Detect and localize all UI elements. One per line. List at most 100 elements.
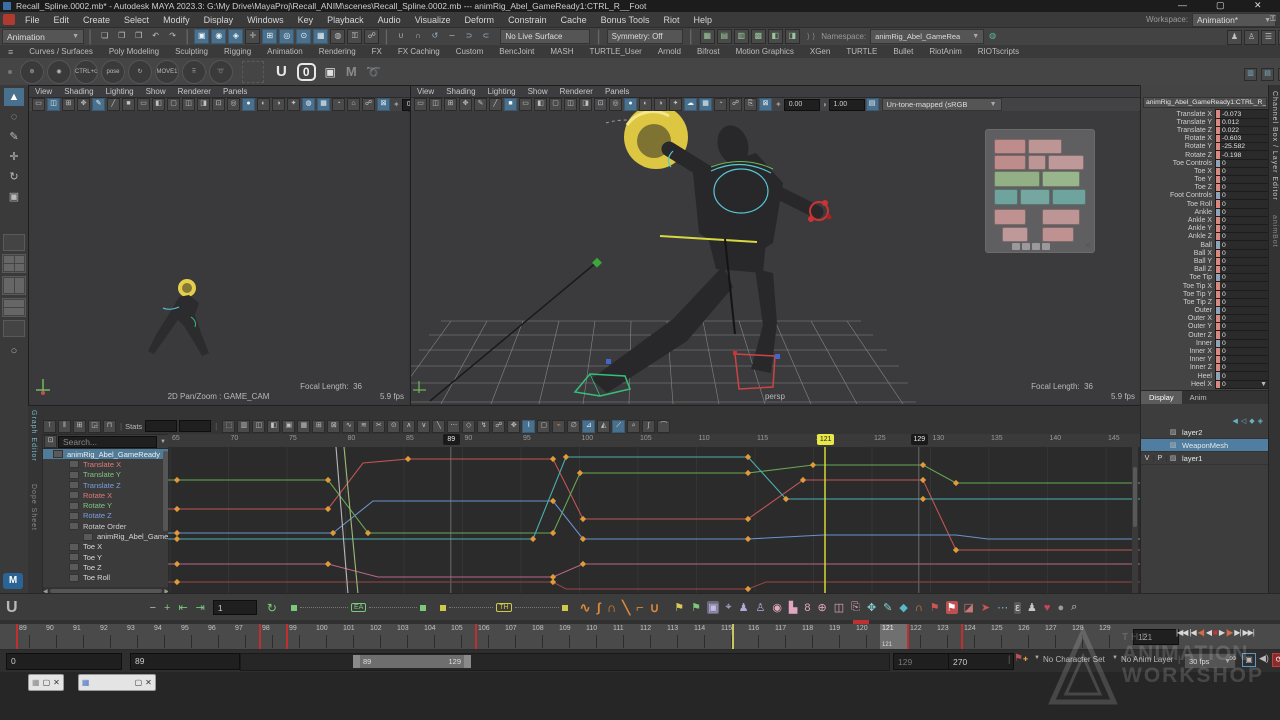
viewport-menu-item[interactable]: View [29, 87, 58, 96]
viewport-menu-item[interactable]: Lighting [482, 87, 522, 96]
shelf-tab[interactable]: Curves / Surfaces [21, 45, 101, 58]
shelf-tab[interactable]: XGen [802, 45, 838, 58]
search-input[interactable]: Search... [58, 436, 157, 448]
current-frame-indicator[interactable]: 121121 [880, 624, 907, 649]
step-back-frame-button[interactable]: ◀| [1198, 628, 1204, 637]
move-tool[interactable]: ✛ [4, 148, 24, 166]
globe-icon[interactable]: ⊕ [817, 601, 828, 614]
timeline-frame-label[interactable]: 100 [316, 625, 328, 632]
time-marker[interactable]: 89 [443, 434, 460, 445]
minimize-button[interactable]: — [1178, 0, 1187, 10]
timeline-frame-label[interactable]: 125 [991, 625, 1003, 632]
graph-toolbar-icon[interactable]: ◭ [597, 420, 610, 433]
layout-outliner-button[interactable] [3, 320, 25, 337]
layout-single-pane-button[interactable] [3, 234, 25, 251]
loop8-icon[interactable]: 8 [803, 602, 811, 614]
menu-item[interactable]: Constrain [501, 15, 554, 25]
namespace-globe-icon[interactable]: ◍ [985, 29, 1000, 44]
layer-icon-2[interactable]: ◁ [1241, 417, 1246, 425]
step-back-key-button[interactable]: |◀ [1189, 628, 1195, 637]
graph-toolbar-icon[interactable]: ⟋ [612, 420, 625, 433]
timeline-frame-label[interactable]: 102 [370, 625, 382, 632]
layout-split-pane-button[interactable] [2, 298, 26, 317]
select-component-icon[interactable]: ◈ [228, 29, 243, 44]
shelf-loop-icon[interactable]: ↻ [128, 60, 152, 84]
favorites-icon[interactable]: ♥ [1043, 602, 1052, 614]
viewport-left-panel[interactable]: ViewShadingLightingShowRendererPanels ▭◫… [28, 85, 411, 407]
character-set-selector[interactable]: No Character Set [1043, 655, 1105, 664]
menu-item[interactable]: Modify [156, 15, 197, 25]
range-slider-bar[interactable]: 89 129 [353, 655, 471, 668]
playblast-icon[interactable]: ▣ [1242, 653, 1256, 667]
graph-toolbar-icon[interactable]: ✥ [507, 420, 520, 433]
timeline-frame-label[interactable]: 114 [694, 625, 705, 632]
run-cycle-icon[interactable]: ♟ [738, 601, 750, 614]
pose-library-icon[interactable]: ♟ [1026, 601, 1038, 614]
close-icon[interactable]: ✕ [53, 678, 60, 687]
curve-tree-item[interactable]: Toe Y [43, 552, 169, 562]
shelf-tab[interactable]: Motion Graphics [728, 45, 802, 58]
character-controls-icon[interactable]: ♟ [1227, 30, 1242, 45]
picker-button[interactable] [1028, 155, 1046, 170]
refresh-icon[interactable]: ↻ [267, 601, 277, 615]
hik-icon[interactable]: ♙ [1244, 30, 1259, 45]
timeline-frame-label[interactable]: 118 [802, 625, 813, 632]
light-editor-icon[interactable]: ◧ [768, 29, 783, 44]
smooth-icon[interactable]: ∼ [444, 29, 459, 44]
time-marker[interactable]: 129 [911, 434, 928, 445]
graph-toolbar-icon[interactable]: ⌇ [522, 420, 535, 433]
shelf-tab[interactable]: Custom [448, 45, 492, 58]
graph-toolbar-icon[interactable]: ∨ [417, 420, 430, 433]
timeline-frame-label[interactable]: 108 [532, 625, 544, 632]
clip-icon[interactable]: ◫ [833, 601, 845, 614]
gamma-field[interactable]: 1.00 [829, 99, 865, 111]
menu-item[interactable]: Help [687, 15, 720, 25]
animlayer-dropdown-icon[interactable]: ▼ [1112, 655, 1118, 661]
graph-toolbar-icon[interactable]: ⊠ [327, 420, 340, 433]
ipr-render-icon[interactable]: ▤ [717, 29, 732, 44]
snap-point-icon[interactable]: ⊙ [296, 29, 311, 44]
paint-select-tool[interactable]: ✎ [4, 128, 24, 146]
timeline-frame-label[interactable]: 104 [424, 625, 436, 632]
viewport-menu-item[interactable]: Renderer [172, 87, 217, 96]
detach-icon[interactable]: ⊂ [478, 29, 493, 44]
layer-row[interactable]: ▨ layer2 [1141, 426, 1269, 439]
snap-plane-icon[interactable]: ▦ [313, 29, 328, 44]
viewport-right-view[interactable]: persp Focal Length: 36 5.9 fps ✕ [411, 111, 1139, 404]
shelf-zero-icon[interactable]: 0 [297, 63, 316, 81]
rotate-tool[interactable]: ↻ [4, 168, 24, 186]
character-icon[interactable]: ♙ [754, 601, 766, 614]
timeline-keyframe-tick[interactable] [286, 624, 288, 649]
th-slider-start[interactable] [440, 605, 446, 611]
viewport-menu-item[interactable]: View [411, 87, 440, 96]
channel-box-node-name[interactable]: animRig_Abel_GameReady1:CTRL_R__Foot [1143, 97, 1267, 108]
timeline-frame-label[interactable]: 101 [343, 625, 355, 632]
picker-close-icon[interactable]: ✕ [1084, 241, 1091, 250]
graph-toolbar-icon[interactable]: ⌒ [657, 420, 670, 433]
ea-badge[interactable]: EA [351, 603, 366, 612]
loop-icon[interactable]: ∞ [1229, 653, 1236, 664]
picker-button[interactable] [1028, 139, 1062, 154]
timeline-frame-label[interactable]: 90 [46, 625, 54, 632]
timeline-keyframe-tick[interactable] [475, 624, 477, 649]
layer-icon-1[interactable]: ◀ [1232, 417, 1237, 425]
picker-button[interactable] [1020, 189, 1050, 205]
shelf-swirl2-icon[interactable]: ➰ [362, 60, 386, 84]
save-scene-icon[interactable]: ❒ [131, 29, 146, 44]
th-badge[interactable]: TH [496, 603, 511, 612]
shelf-tab[interactable]: Bullet [885, 45, 921, 58]
curve-tree-item[interactable]: Rotate Y [43, 500, 169, 510]
shelf-empty-slot[interactable] [242, 61, 264, 83]
epsilon-tool-icon[interactable]: ε [1014, 602, 1021, 614]
graph-toolbar-icon[interactable]: ☍ [492, 420, 505, 433]
timeline-frame-label[interactable]: 89 [19, 625, 27, 632]
rebuild-icon[interactable]: ↺ [427, 29, 442, 44]
namespace-dropdown[interactable]: animRig_Abel_GameRea▼ [870, 29, 984, 44]
close-button[interactable]: ✕ [1254, 0, 1262, 11]
timeline-frame-label[interactable]: 109 [559, 625, 571, 632]
picker-button[interactable] [1002, 227, 1028, 242]
range-handle-right[interactable] [464, 655, 471, 668]
tab-anim[interactable]: Anim [1182, 391, 1215, 404]
timeline-frame-label[interactable]: 110 [586, 625, 597, 632]
viewport-left-view[interactable]: 2D Pan/Zoom : GAME_CAM Focal Length: 36 … [29, 111, 408, 404]
